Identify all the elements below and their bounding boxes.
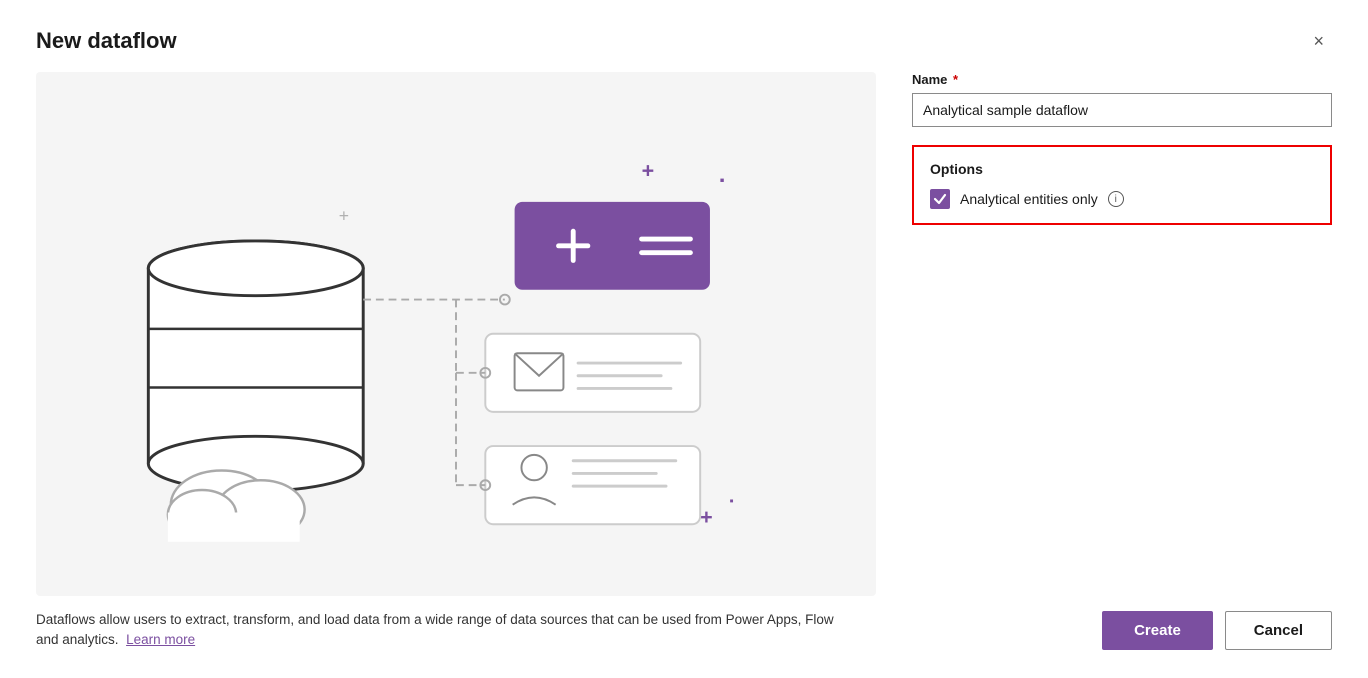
analytical-entities-label: Analytical entities only xyxy=(960,191,1098,207)
spacer xyxy=(912,243,1332,579)
new-dataflow-dialog: New dataflow × + + | + xyxy=(0,0,1368,678)
name-field-group: Name * xyxy=(912,72,1332,127)
svg-text:+: + xyxy=(642,158,655,182)
left-panel: + + | + ▪ + ▪ + xyxy=(36,72,876,650)
cancel-button[interactable]: Cancel xyxy=(1225,611,1332,650)
description-text: Dataflows allow users to extract, transf… xyxy=(36,610,856,651)
name-field-label: Name * xyxy=(912,72,1332,87)
options-title: Options xyxy=(930,161,1314,177)
create-button[interactable]: Create xyxy=(1102,611,1213,650)
illustration-box: + + | + ▪ + ▪ + xyxy=(36,72,876,596)
options-box: Options Analytical entities only i xyxy=(912,145,1332,225)
svg-text:▪: ▪ xyxy=(720,172,725,187)
dialog-header: New dataflow × xyxy=(36,28,1332,54)
illustration-svg: + + | + ▪ + ▪ + xyxy=(36,72,876,596)
right-panel: Name * Options Analytical entities only … xyxy=(912,72,1332,650)
required-star: * xyxy=(949,72,958,87)
svg-text:▪: ▪ xyxy=(729,495,733,508)
checkmark-icon xyxy=(933,192,947,206)
close-button[interactable]: × xyxy=(1305,28,1332,54)
dialog-title: New dataflow xyxy=(36,28,177,54)
info-icon[interactable]: i xyxy=(1108,191,1124,207)
analytical-entities-row: Analytical entities only i xyxy=(930,189,1314,209)
dialog-body: + + | + ▪ + ▪ + xyxy=(36,72,1332,650)
analytical-entities-checkbox[interactable] xyxy=(930,189,950,209)
svg-text:+: + xyxy=(339,205,349,225)
svg-text:+: + xyxy=(700,505,713,529)
name-input[interactable] xyxy=(912,93,1332,127)
dialog-footer: Create Cancel xyxy=(912,597,1332,650)
learn-more-link[interactable]: Learn more xyxy=(126,632,195,647)
